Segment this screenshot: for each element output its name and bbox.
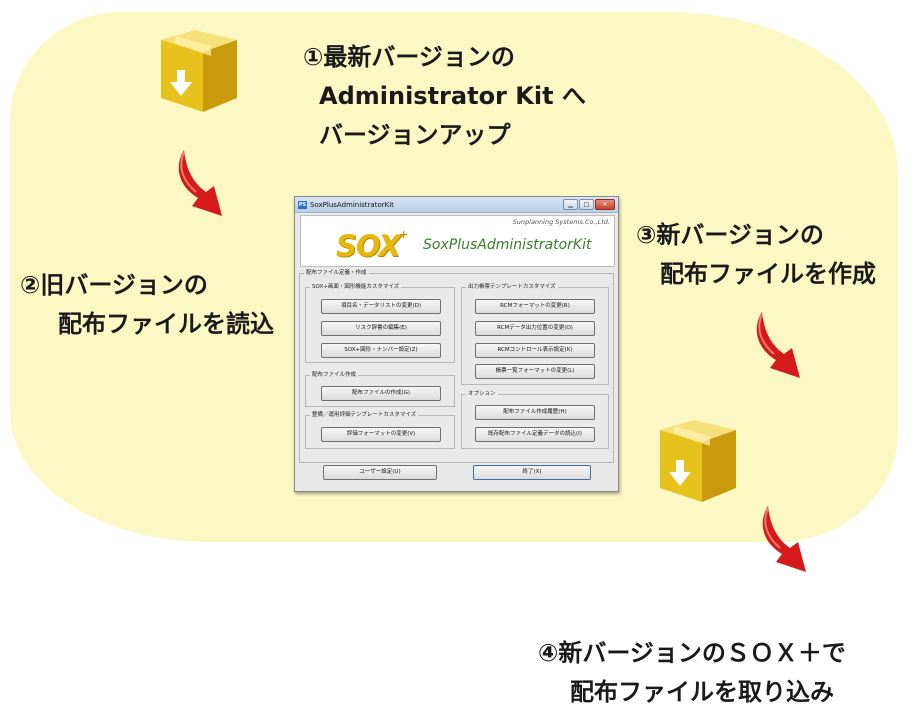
close-button[interactable]: ✕ — [595, 199, 615, 210]
app-icon: PS — [298, 200, 307, 209]
evaluation-format-button[interactable]: 評価フォーマットの変更(V) — [321, 427, 441, 442]
step4-line2: 配布ファイルを取り込み — [570, 678, 834, 706]
group-dist-file-label: 配布ファイル作成 — [310, 371, 359, 380]
step3-text: ③新バージョンの 配布ファイルを作成 — [636, 216, 876, 294]
load-existing-definition-button[interactable]: 既存配布ファイル定義データの読込(I) — [475, 427, 595, 442]
sox-logo-plus: + — [399, 228, 409, 241]
app-banner: Sunplanning Systems.Co.,Ltd. SOX + SoxPl… — [300, 215, 615, 267]
red-curved-arrow-icon — [756, 312, 800, 378]
step4-line1: ④新バージョンのＳＯＸ＋で — [538, 639, 846, 667]
rcm-format-button[interactable]: RCMフォーマットの変更(R) — [475, 299, 595, 314]
create-dist-file-button[interactable]: 配布ファイルの作成(G) — [321, 386, 441, 401]
group-report-template-label: 出力帳票テンプレートカスタマイズ — [466, 283, 558, 292]
admin-kit-window: PS SoxPlusAdministratorKit ▁ □ ✕ Sunplan… — [294, 196, 619, 492]
dist-file-history-button[interactable]: 配布ファイル作成履歴(H) — [475, 405, 595, 420]
exit-button[interactable]: 終了(X) — [473, 465, 591, 480]
step2-text: ②旧バージョンの 配布ファイルを読込 — [20, 266, 274, 344]
window-title: SoxPlusAdministratorKit — [310, 200, 394, 209]
user-settings-button[interactable]: ユーザー設定(U) — [323, 465, 437, 480]
red-curved-arrow-icon — [178, 150, 222, 216]
risk-dictionary-button[interactable]: リスク辞書の編集(E) — [321, 321, 441, 336]
package-download-icon — [161, 30, 237, 112]
sox-figure-number-button[interactable]: SOX+図形・ナンバー設定(Z) — [321, 343, 441, 358]
step3-line2: 配布ファイルを作成 — [660, 260, 876, 288]
group-definition-label: 配布ファイル定義・作成 — [304, 269, 369, 278]
step1-line2: Administrator Kit へ — [319, 82, 586, 110]
step2-line2: 配布ファイルを読込 — [58, 310, 274, 338]
step2-line1: ②旧バージョンの — [20, 271, 208, 299]
red-curved-arrow-icon — [762, 506, 806, 572]
item-name-datalist-button[interactable]: 項目名・データリストの変更(D) — [321, 299, 441, 314]
minimize-button[interactable]: ▁ — [563, 199, 578, 210]
step1-line3: バージョンアップ — [319, 121, 511, 149]
package-download-icon — [660, 420, 736, 502]
company-name: Sunplanning Systems.Co.,Ltd. — [512, 218, 610, 226]
group-options-label: オプション — [466, 390, 498, 399]
step1-line1: ①最新バージョンの — [303, 43, 515, 71]
step4-text: ④新バージョンのＳＯＸ＋で 配布ファイルを取り込み — [538, 634, 846, 712]
report-list-format-button[interactable]: 帳票一覧フォーマットの変更(L) — [475, 364, 595, 379]
sox-logo: SOX — [336, 229, 401, 263]
step1-text: ①最新バージョンの Administrator Kit へ バージョンアップ — [303, 38, 586, 155]
window-titlebar: PS SoxPlusAdministratorKit ▁ □ ✕ — [295, 197, 618, 213]
group-maintenance-label: 整備／運用評価テンプレートカスタマイズ — [310, 411, 419, 420]
app-name: SoxPlusAdministratorKit — [423, 237, 592, 253]
maximize-button[interactable]: □ — [579, 199, 594, 210]
step3-line1: ③新バージョンの — [636, 221, 824, 249]
rcm-control-display-button[interactable]: RCMコントロール表示設定(K) — [475, 343, 595, 358]
rcm-data-position-button[interactable]: RCMデータ出力位置の変更(O) — [475, 321, 595, 336]
group-sox-custom-label: SOX+画面・図形機能カスタマイズ — [310, 283, 402, 292]
